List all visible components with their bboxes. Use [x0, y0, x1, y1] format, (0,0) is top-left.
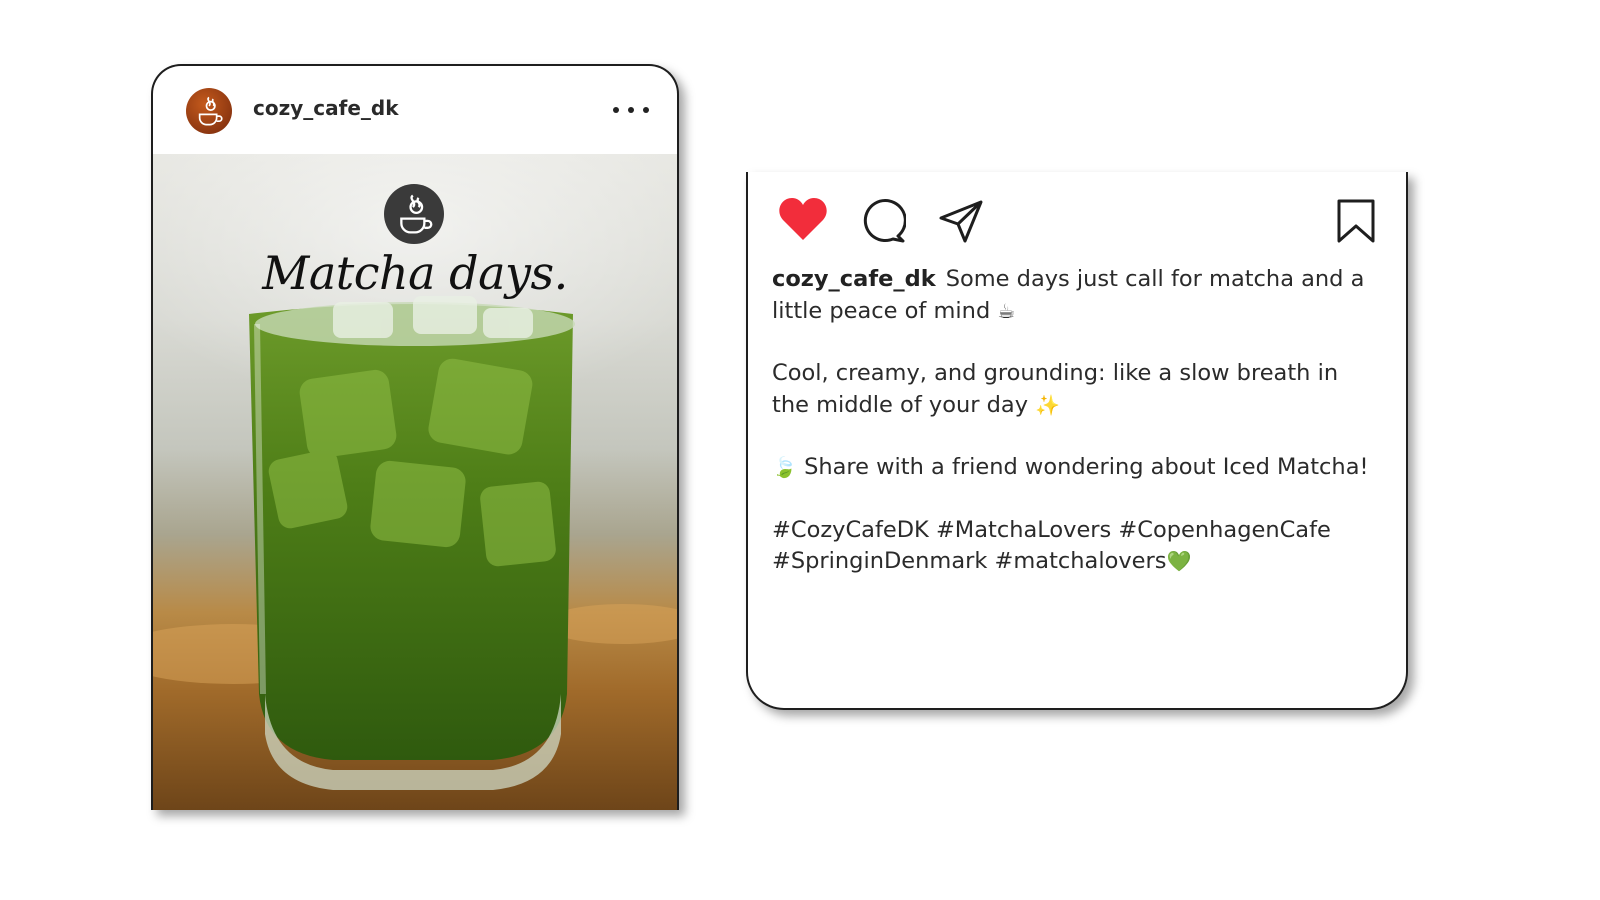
cafe-logo-icon — [400, 194, 433, 234]
caption-hashtags-paragraph: #CozyCafeDK #MatchaLovers #CopenhagenCaf… — [772, 515, 1372, 578]
post-username[interactable]: cozy_cafe_dk — [253, 96, 399, 120]
comment-icon[interactable] — [860, 198, 906, 244]
green-heart-icon: 💚 — [1166, 549, 1192, 573]
action-bar — [748, 172, 1406, 262]
sparkles-icon: ✨ — [1035, 392, 1061, 417]
post-header: cozy_cafe_dk — [153, 66, 677, 154]
leaf-icon: 🍃 — [772, 455, 797, 479]
heart-icon[interactable] — [778, 196, 828, 242]
caption-card: cozy_cafe_dk Some days just call for matc… — [746, 172, 1408, 710]
coffee-icon: ☕ — [997, 298, 1016, 323]
cafe-logo-icon — [198, 96, 223, 126]
post-image[interactable]: Matcha days. — [153, 154, 677, 810]
caption-paragraph-3: 🍃 Share with a friend wondering about Ic… — [772, 452, 1372, 484]
avatar[interactable] — [186, 88, 232, 134]
more-options-icon[interactable] — [613, 104, 649, 116]
caption-line-3: Share with a friend wondering about Iced… — [804, 454, 1369, 480]
dot — [628, 107, 634, 113]
caption-body: cozy_cafe_dk Some days just call for matc… — [772, 264, 1372, 609]
dot — [643, 107, 649, 113]
post-card: cozy_cafe_dk Matcha days. — [151, 64, 679, 810]
dot — [613, 107, 619, 113]
cafe-logo-badge — [384, 184, 444, 244]
bookmark-icon[interactable] — [1336, 198, 1376, 244]
caption-hashtags[interactable]: #CozyCafeDK #MatchaLovers #CopenhagenCaf… — [772, 517, 1331, 575]
share-icon[interactable] — [938, 198, 984, 244]
caption-paragraph-2: Cool, creamy, and grounding: like a slow… — [772, 358, 1372, 421]
image-title: Matcha days. — [262, 246, 568, 300]
caption-paragraph-1: cozy_cafe_dk Some days just call for matc… — [772, 264, 1372, 327]
caption-username[interactable]: cozy_cafe_dk — [772, 266, 936, 292]
